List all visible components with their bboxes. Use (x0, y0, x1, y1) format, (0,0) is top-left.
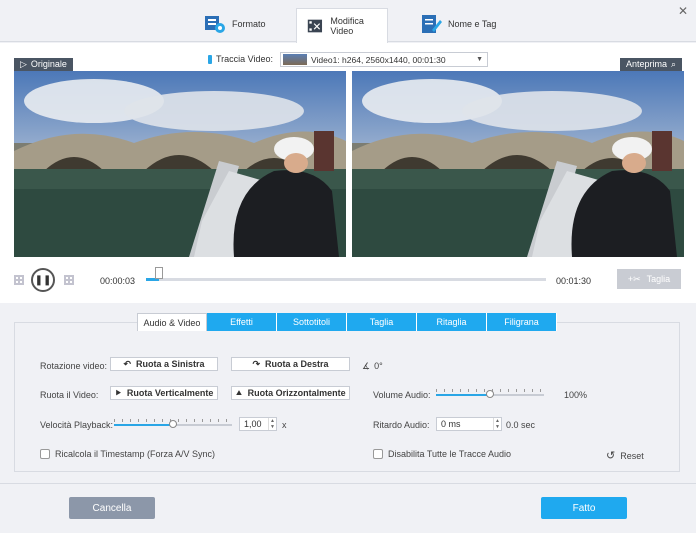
timeline-handle[interactable] (155, 267, 163, 279)
speed-value: 1,00 (244, 419, 262, 429)
timestamp-label: Ricalcola il Timestamp (Forza A/V Sync) (55, 449, 216, 459)
speed-slider[interactable] (114, 419, 232, 428)
delay-seconds: 0.0 sec (506, 420, 536, 430)
preview-badge[interactable]: Anteprima ⌕ (620, 58, 683, 71)
disable-audio-checkbox[interactable]: Disabilita Tutte le Tracce Audio (373, 449, 511, 459)
original-video (14, 71, 346, 257)
chevron-down-icon: ▼ (476, 56, 483, 63)
speed-fill (114, 424, 173, 426)
original-badge: ▷ Originale (14, 58, 73, 71)
track-label: Traccia Video: (208, 54, 273, 64)
delay-label: Ritardo Audio: (373, 420, 430, 430)
phone-icon (208, 54, 212, 64)
speed-input[interactable]: 1,00 ▲ ▼ (239, 417, 277, 431)
volume-slider[interactable] (436, 389, 544, 398)
tab-ritaglia[interactable]: Ritaglia (417, 313, 487, 331)
play-small-icon: ▷ (20, 59, 27, 69)
rotation-label: Rotazione video: (40, 361, 108, 371)
scissors-icon: +✂ (627, 273, 641, 284)
rotate-right-icon: ↷ (252, 358, 260, 369)
tab-taglia[interactable]: Taglia (347, 313, 417, 331)
flip-vertical-icon: ⯈ (114, 387, 122, 398)
done-button[interactable]: Fatto (541, 497, 627, 519)
tab-effetti[interactable]: Effetti (207, 313, 277, 331)
tab-modifica-video-label: Modifica Video (330, 16, 364, 36)
original-label: Originale (30, 59, 67, 69)
checkbox-box[interactable] (373, 449, 383, 459)
flip-horizontal-icon: ⯅ (235, 387, 243, 398)
cancel-button[interactable]: Cancella (69, 497, 155, 519)
preview-label: Anteprima (626, 59, 668, 69)
track-label-text: Traccia Video: (216, 54, 274, 64)
delay-value: 0 ms (441, 419, 461, 429)
pause-icon: ❚❚ (34, 274, 52, 286)
volume-label: Volume Audio: (373, 390, 431, 400)
reset-icon: ↺ (606, 450, 616, 462)
preview-video (352, 71, 684, 257)
total-time: 00:01:30 (556, 276, 592, 286)
tab-sottotitoli[interactable]: Sottotitoli (277, 313, 347, 331)
tab-filigrana[interactable]: Filigrana (487, 313, 557, 331)
delay-input[interactable]: 0 ms ▲ ▼ (436, 417, 502, 431)
rotate-right-button[interactable]: ↷ Ruota a Destra (231, 357, 350, 371)
frame-forward-icon[interactable] (64, 275, 74, 285)
reset-button[interactable]: ↺ Reset (606, 449, 644, 462)
frame-back-icon[interactable] (14, 275, 24, 285)
panel-tabs: Audio & Video Effetti Sottotitoli Taglia… (137, 313, 557, 331)
tab-modifica-video[interactable]: Modifica Video (296, 8, 388, 43)
timestamp-checkbox[interactable]: Ricalcola il Timestamp (Forza A/V Sync) (40, 449, 215, 459)
track-value: Video1: h264, 2560x1440, 00:01:30 (311, 54, 446, 65)
track-select[interactable]: Video1: h264, 2560x1440, 00:01:30 ▼ (280, 52, 488, 67)
title-bar: Formato Modifica Video Nome e Tag ✕ (0, 0, 696, 43)
flip-horizontal-button[interactable]: ⯅ Ruota Orizzontalmente (231, 386, 350, 400)
cut-button[interactable]: +✂ Taglia (617, 269, 681, 289)
preview-area: ▷ Originale Anteprima ⌕ Traccia Video: V… (0, 43, 696, 303)
volume-value: 100% (564, 390, 588, 400)
disable-audio-label: Disabilita Tutte le Tracce Audio (388, 449, 512, 459)
speed-label: Velocità Playback: (40, 420, 114, 430)
spinner-icon[interactable]: ▲ ▼ (268, 418, 276, 430)
flip-vertical-label: Ruota Verticalmente (126, 388, 214, 398)
flip-horizontal-label: Ruota Orizzontalmente (247, 388, 346, 398)
tab-formato[interactable]: Formato (204, 6, 266, 42)
tab-nome-e-tag-label: Nome e Tag (448, 19, 497, 29)
volume-fill (436, 394, 490, 396)
edit-video-icon (307, 19, 323, 33)
player-controls: ❚❚ 00:00:03 00:01:30 +✂ Taglia (0, 257, 696, 303)
flip-vertical-button[interactable]: ⯈ Ruota Verticalmente (110, 386, 218, 400)
flip-label: Ruota il Video: (40, 390, 99, 400)
checkbox-box[interactable] (40, 449, 50, 459)
rotate-left-icon: ↶ (123, 358, 132, 369)
reset-label: Reset (620, 450, 644, 461)
tab-audio-video[interactable]: Audio & Video (137, 313, 207, 331)
timeline-slider[interactable] (146, 278, 546, 281)
tab-nome-e-tag[interactable]: Nome e Tag (420, 6, 496, 42)
speed-unit: x (282, 420, 287, 430)
pause-button[interactable]: ❚❚ (31, 268, 55, 292)
tag-icon (422, 15, 442, 33)
angle-icon: ∡ (362, 361, 371, 371)
cut-label: Taglia (646, 274, 671, 284)
angle-readout: ∡ 0° (362, 361, 383, 372)
current-time: 00:00:03 (100, 276, 136, 286)
spinner-icon[interactable]: ▲ ▼ (493, 418, 501, 430)
rotate-right-label: Ruota a Destra (265, 359, 329, 369)
angle-value: 0° (374, 361, 383, 371)
close-icon[interactable]: ✕ (678, 4, 688, 18)
speed-knob[interactable] (169, 420, 177, 428)
magnifier-icon: ⌕ (671, 59, 677, 69)
rotate-left-label: Ruota a Sinistra (136, 359, 205, 369)
volume-knob[interactable] (486, 390, 494, 398)
tab-formato-label: Formato (232, 19, 266, 29)
track-thumbnail (283, 54, 307, 65)
rotate-left-button[interactable]: ↶ Ruota a Sinistra (110, 357, 218, 371)
format-icon (205, 16, 225, 33)
footer: Cancella Fatto (0, 483, 696, 533)
